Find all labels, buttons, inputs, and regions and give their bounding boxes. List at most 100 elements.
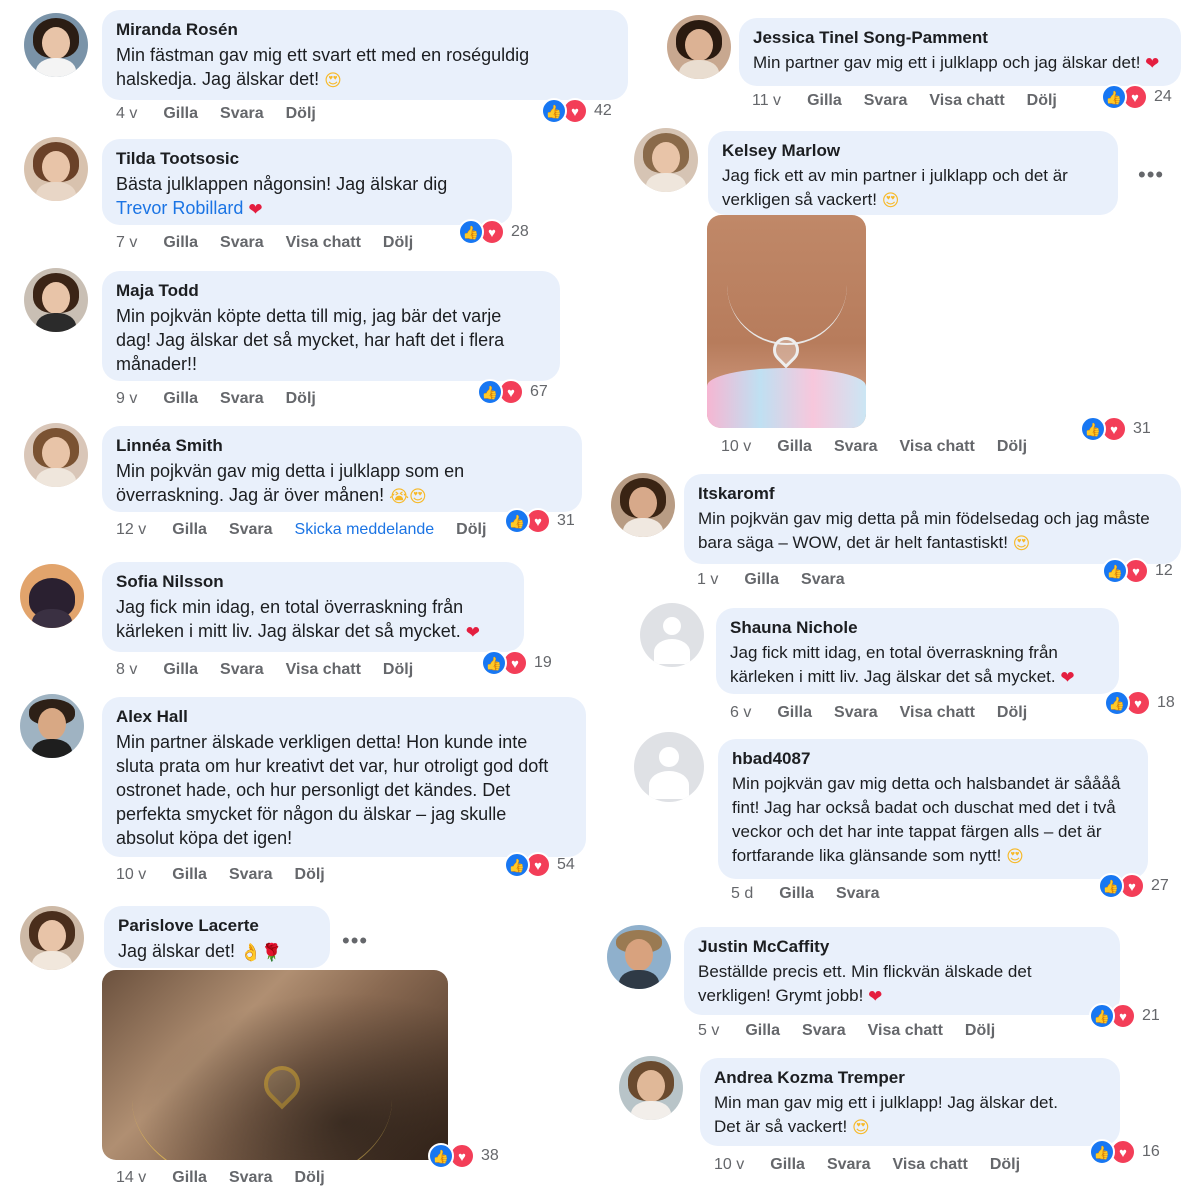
hide-button[interactable]: Dölj — [295, 865, 325, 885]
view-chat-button[interactable]: Visa chatt — [893, 1155, 968, 1175]
reply-button[interactable]: Svara — [802, 1021, 846, 1041]
like-button[interactable]: Gilla — [172, 865, 207, 885]
comment-author[interactable]: Shauna Nichole — [730, 617, 1105, 639]
comment-photo[interactable] — [102, 970, 448, 1160]
reply-button[interactable]: Svara — [834, 437, 878, 457]
reply-button[interactable]: Svara — [220, 104, 264, 124]
timestamp[interactable]: 5 d — [731, 884, 753, 904]
view-chat-button[interactable]: Visa chatt — [900, 703, 975, 723]
avatar[interactable] — [24, 13, 88, 77]
reaction-summary[interactable]: 👍 ♥ 12 — [1102, 558, 1173, 584]
like-button[interactable]: Gilla — [807, 91, 842, 111]
hide-button[interactable]: Dölj — [286, 104, 316, 124]
avatar[interactable] — [24, 268, 88, 332]
hide-button[interactable]: Dölj — [997, 703, 1027, 723]
comment-author[interactable]: Maja Todd — [116, 280, 546, 302]
hide-button[interactable]: Dölj — [295, 1168, 325, 1188]
reaction-summary[interactable]: 👍 ♥ 31 — [504, 508, 575, 534]
avatar[interactable] — [619, 1056, 683, 1120]
comment-author[interactable]: Alex Hall — [116, 706, 572, 728]
comment-author[interactable]: Jessica Tinel Song-Pamment — [753, 27, 1167, 49]
avatar[interactable] — [20, 694, 84, 758]
timestamp[interactable]: 5 v — [698, 1021, 719, 1041]
reaction-summary[interactable]: 👍 ♥ 21 — [1089, 1003, 1160, 1029]
hide-button[interactable]: Dölj — [997, 437, 1027, 457]
comment-author[interactable]: Kelsey Marlow — [722, 140, 1104, 162]
avatar[interactable] — [634, 128, 698, 192]
reaction-summary[interactable]: 👍 ♥ 67 — [477, 379, 548, 405]
like-button[interactable]: Gilla — [777, 437, 812, 457]
timestamp[interactable]: 4 v — [116, 104, 137, 124]
hide-button[interactable]: Dölj — [383, 660, 413, 680]
like-button[interactable]: Gilla — [163, 104, 198, 124]
like-button[interactable]: Gilla — [172, 1168, 207, 1188]
mention-link[interactable]: Trevor Robillard — [116, 198, 243, 218]
hide-button[interactable]: Dölj — [383, 233, 413, 253]
view-chat-button[interactable]: Visa chatt — [868, 1021, 943, 1041]
reaction-summary[interactable]: 👍 ♥ 28 — [458, 219, 529, 245]
reply-button[interactable]: Svara — [229, 865, 273, 885]
view-chat-button[interactable]: Visa chatt — [900, 437, 975, 457]
view-chat-button[interactable]: Visa chatt — [286, 660, 361, 680]
reply-button[interactable]: Svara — [220, 389, 264, 409]
avatar[interactable] — [611, 473, 675, 537]
comment-author[interactable]: Tilda Tootsosic — [116, 148, 498, 170]
comment-author[interactable]: Itskaromf — [698, 483, 1167, 505]
like-button[interactable]: Gilla — [163, 233, 198, 253]
reaction-summary[interactable]: 👍 ♥ 18 — [1104, 690, 1175, 716]
timestamp[interactable]: 10 v — [721, 437, 751, 457]
reaction-summary[interactable]: 👍 ♥ 16 — [1089, 1139, 1160, 1165]
avatar[interactable] — [20, 564, 84, 628]
like-button[interactable]: Gilla — [163, 389, 198, 409]
timestamp[interactable]: 9 v — [116, 389, 137, 409]
timestamp[interactable]: 14 v — [116, 1168, 146, 1188]
comment-author[interactable]: Parislove Lacerte — [118, 915, 316, 937]
avatar[interactable] — [24, 137, 88, 201]
timestamp[interactable]: 1 v — [697, 570, 718, 590]
reply-button[interactable]: Svara — [836, 884, 880, 904]
reply-button[interactable]: Svara — [834, 703, 878, 723]
hide-button[interactable]: Dölj — [1027, 91, 1057, 111]
comment-author[interactable]: Linnéa Smith — [116, 435, 568, 457]
send-message-button[interactable]: Skicka meddelande — [295, 520, 435, 540]
comment-author[interactable]: Miranda Rosén — [116, 19, 614, 41]
reaction-summary[interactable]: 👍 ♥ 27 — [1098, 873, 1169, 899]
reply-button[interactable]: Svara — [827, 1155, 871, 1175]
view-chat-button[interactable]: Visa chatt — [929, 91, 1004, 111]
more-options-icon[interactable]: ••• — [342, 930, 368, 952]
like-button[interactable]: Gilla — [163, 660, 198, 680]
timestamp[interactable]: 11 v — [752, 91, 781, 111]
avatar-placeholder-icon[interactable] — [640, 603, 704, 667]
timestamp[interactable]: 12 v — [116, 520, 146, 540]
comment-author[interactable]: Sofia Nilsson — [116, 571, 510, 593]
like-button[interactable]: Gilla — [172, 520, 207, 540]
reaction-summary[interactable]: 👍 ♥ 38 — [428, 1143, 499, 1169]
avatar[interactable] — [24, 423, 88, 487]
reaction-summary[interactable]: 👍 ♥ 42 — [541, 98, 612, 124]
hide-button[interactable]: Dölj — [286, 389, 316, 409]
timestamp[interactable]: 8 v — [116, 660, 137, 680]
timestamp[interactable]: 10 v — [714, 1155, 744, 1175]
comment-author[interactable]: Justin McCaffity — [698, 936, 1106, 958]
reaction-summary[interactable]: 👍 ♥ 31 — [1080, 416, 1151, 442]
reply-button[interactable]: Svara — [229, 520, 273, 540]
reply-button[interactable]: Svara — [220, 233, 264, 253]
like-button[interactable]: Gilla — [779, 884, 814, 904]
avatar[interactable] — [667, 15, 731, 79]
reaction-summary[interactable]: 👍 ♥ 54 — [504, 852, 575, 878]
reaction-summary[interactable]: 👍 ♥ 19 — [481, 650, 552, 676]
like-button[interactable]: Gilla — [770, 1155, 805, 1175]
like-button[interactable]: Gilla — [745, 1021, 780, 1041]
avatar[interactable] — [607, 925, 671, 989]
comment-author[interactable]: hbad4087 — [732, 748, 1134, 770]
reply-button[interactable]: Svara — [220, 660, 264, 680]
like-button[interactable]: Gilla — [744, 570, 779, 590]
view-chat-button[interactable]: Visa chatt — [286, 233, 361, 253]
reaction-summary[interactable]: 👍 ♥ 24 — [1101, 84, 1172, 110]
reply-button[interactable]: Svara — [864, 91, 908, 111]
reply-button[interactable]: Svara — [229, 1168, 273, 1188]
comment-photo[interactable] — [707, 215, 866, 428]
like-button[interactable]: Gilla — [777, 703, 812, 723]
timestamp[interactable]: 10 v — [116, 865, 146, 885]
avatar-placeholder-icon[interactable] — [634, 732, 704, 802]
